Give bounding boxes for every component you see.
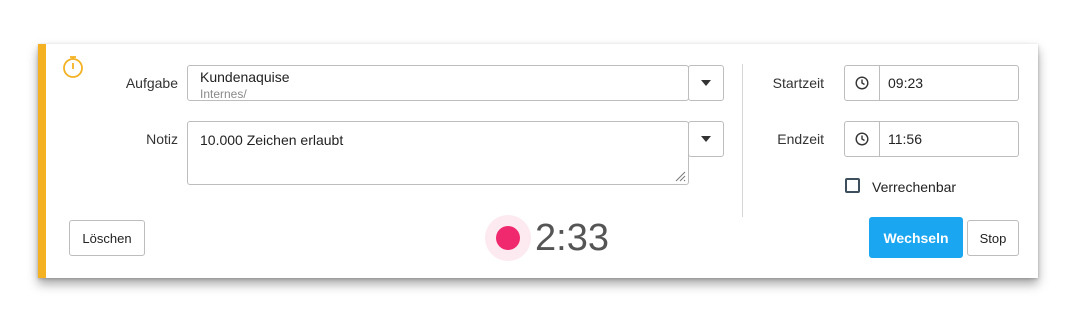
start-time-clock-button[interactable] — [844, 65, 880, 101]
chevron-down-icon — [701, 80, 711, 86]
stopwatch-icon — [63, 56, 83, 78]
start-time-input[interactable]: 09:23 — [880, 65, 1019, 101]
task-label: Aufgabe — [125, 75, 178, 91]
note-dropdown-button[interactable] — [688, 121, 724, 157]
record-button[interactable] — [485, 215, 531, 261]
chevron-down-icon — [701, 136, 711, 142]
start-time-label: Startzeit — [772, 75, 824, 91]
task-dropdown-button[interactable] — [688, 65, 724, 101]
delete-button[interactable]: Löschen — [69, 220, 145, 256]
vertical-divider — [742, 64, 743, 217]
task-select[interactable]: Kundenaquise Internes/ — [187, 65, 689, 101]
note-label: Notiz — [146, 131, 178, 147]
end-time-clock-button[interactable] — [844, 121, 880, 157]
resize-handle-icon[interactable] — [674, 170, 686, 182]
note-text: 10.000 Zeichen erlaubt — [200, 132, 344, 148]
switch-button[interactable]: Wechseln — [869, 217, 963, 258]
task-subtitle: Internes/ — [200, 87, 247, 101]
time-entry-card: Aufgabe Kundenaquise Internes/ Notiz 10.… — [38, 44, 1038, 278]
task-title: Kundenaquise — [200, 69, 290, 85]
billable-checkbox[interactable] — [845, 178, 860, 193]
clock-icon — [855, 76, 869, 90]
elapsed-time: 2:33 — [535, 217, 609, 259]
billable-label: Verrechenbar — [872, 179, 957, 195]
stop-button[interactable]: Stop — [967, 220, 1019, 256]
note-textarea[interactable]: 10.000 Zeichen erlaubt — [187, 121, 689, 185]
record-icon — [496, 226, 520, 250]
end-time-input[interactable]: 11:56 — [880, 121, 1019, 157]
end-time-label: Endzeit — [777, 131, 824, 147]
clock-icon — [855, 132, 869, 146]
